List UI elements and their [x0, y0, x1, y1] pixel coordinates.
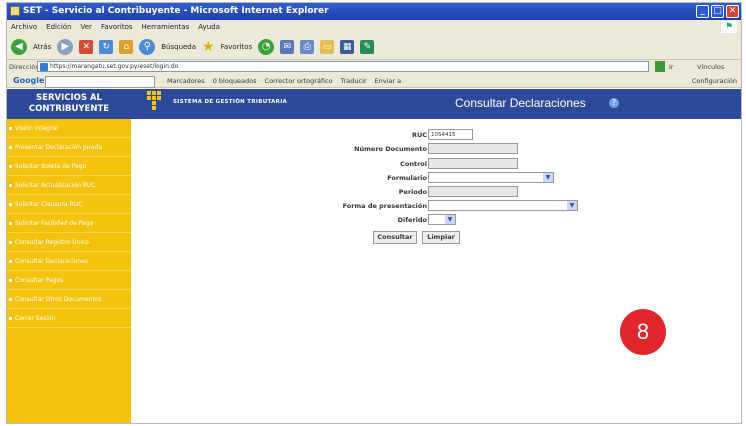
search-icon[interactable]: ⚲: [139, 38, 156, 55]
chevron-down-icon: ▼: [543, 173, 553, 182]
consulta-form: RUC 1054415 Número Documento Control For…: [131, 119, 741, 423]
google-popup-blocker[interactable]: 0 bloqueados: [213, 74, 257, 88]
sidebar-item-presentar-declaracion[interactable]: Presentar Declaración Jurada: [7, 138, 131, 157]
folder-icon[interactable]: ▭: [320, 39, 335, 54]
chevron-down-icon: ▼: [567, 201, 577, 210]
control-label: Control: [400, 160, 427, 168]
numero-documento-label: Número Documento: [354, 145, 427, 153]
go-label[interactable]: Ir: [669, 60, 674, 74]
research-icon[interactable]: ✎: [360, 39, 375, 54]
refresh-icon[interactable]: ↻: [99, 39, 114, 54]
periodo-label: Periodo: [398, 188, 427, 196]
history-icon[interactable]: ◔: [258, 38, 275, 55]
menu-ver[interactable]: Ver: [81, 20, 92, 34]
formulario-select[interactable]: ▼: [428, 172, 554, 183]
forma-presentacion-select[interactable]: ▼: [428, 200, 578, 211]
control-field[interactable]: [428, 158, 518, 169]
home-icon[interactable]: ⌂: [119, 39, 134, 54]
go-arrow-icon[interactable]: [655, 61, 665, 72]
back-label[interactable]: Atrás: [33, 43, 51, 51]
sidebar-menu: Visión Integral Presentar Declaración Ju…: [7, 119, 131, 423]
minimize-button[interactable]: _: [696, 5, 709, 18]
chevron-down-icon: ▼: [445, 215, 455, 224]
address-label: Dirección: [9, 63, 40, 71]
messenger-icon[interactable]: ▦: [340, 39, 355, 54]
sidebar-item-boleta-pago[interactable]: Solicitar Boleta de Pago: [7, 157, 131, 176]
sidebar-header: SERVICIOS AL CONTRIBUYENTE: [7, 89, 131, 119]
maximize-button[interactable]: □: [711, 5, 724, 18]
mail-icon[interactable]: ✉: [280, 39, 295, 54]
forma-presentacion-label: Forma de presentación: [342, 202, 427, 210]
google-toolbar: Google Marcadores 0 bloqueados Corrector…: [7, 74, 741, 88]
help-icon[interactable]: ?: [609, 98, 619, 108]
sidebar-item-actualizacion-ruc[interactable]: Solicitar Actualización RUC: [7, 176, 131, 195]
links-label[interactable]: Vínculos: [697, 60, 724, 74]
sidebar-item-vision-integral[interactable]: Visión Integral: [7, 119, 131, 138]
sidebar-item-consultar-declaraciones[interactable]: Consultar Declaraciones: [7, 252, 131, 271]
google-search-input[interactable]: [45, 76, 155, 88]
close-button[interactable]: ✕: [726, 5, 739, 18]
google-bookmarks[interactable]: Marcadores: [167, 74, 205, 88]
forward-arrow-icon[interactable]: ▶: [57, 38, 74, 55]
browser-window: SET - Servicio al Contribuyente - Micros…: [6, 2, 742, 424]
google-send-to[interactable]: Enviar a: [375, 74, 402, 88]
back-arrow-icon[interactable]: ◀: [11, 38, 27, 55]
system-name: SISTEMA DE GESTIÓN TRIBUTARIA: [173, 99, 288, 105]
periodo-field[interactable]: [428, 186, 518, 197]
favorites-star-icon[interactable]: ★: [202, 39, 215, 55]
address-input[interactable]: https://marangatu.set.gov.py/eset/login.…: [37, 61, 649, 72]
limpiar-button[interactable]: Limpiar: [422, 231, 460, 244]
consultar-button[interactable]: Consultar: [373, 231, 417, 244]
standard-toolbar: ◀ Atrás ▶ ✕ ↻ ⌂ ⚲ Búsqueda ★ Favoritos ◔…: [7, 34, 741, 60]
google-settings[interactable]: Configuración: [692, 74, 737, 88]
main-header: SISTEMA DE GESTIÓN TRIBUTARIA Consultar …: [131, 89, 741, 119]
page-title: Consultar Declaraciones: [455, 96, 586, 110]
sidebar-item-clausura-ruc[interactable]: Solicitar Clausura RUC: [7, 195, 131, 214]
menu-favoritos[interactable]: Favoritos: [101, 20, 133, 34]
page-icon: [40, 63, 48, 71]
ruc-label: RUC: [411, 131, 427, 139]
web-page: SERVICIOS AL CONTRIBUYENTE SISTEMA DE GE…: [7, 89, 741, 423]
sidebar-item-consultar-pagos[interactable]: Consultar Pagos: [7, 271, 131, 290]
diferido-select[interactable]: ▼: [428, 214, 456, 225]
favorites-label[interactable]: Favoritos: [221, 43, 253, 51]
sidebar-item-cerrar-sesion[interactable]: Cerrar Sesión: [7, 309, 131, 328]
sidebar-item-facilidad-pago[interactable]: Solicitar Facilidad de Pago: [7, 214, 131, 233]
menu-bar: Archivo Edición Ver Favoritos Herramient…: [7, 20, 741, 34]
set-logo-icon: [147, 91, 161, 113]
print-icon[interactable]: ⎙: [300, 39, 315, 54]
menu-herramientas[interactable]: Herramientas: [142, 20, 190, 34]
sidebar-item-otros-documentos[interactable]: Consultar Otros Documentos: [7, 290, 131, 309]
stop-icon[interactable]: ✕: [79, 39, 94, 54]
numero-documento-field[interactable]: [428, 143, 518, 154]
ruc-field[interactable]: 1054415: [428, 129, 473, 140]
title-bar: SET - Servicio al Contribuyente - Micros…: [7, 3, 741, 20]
ie-app-icon: [10, 6, 20, 16]
menu-ayuda[interactable]: Ayuda: [198, 20, 220, 34]
windows-flag-icon: ⚑: [721, 21, 737, 33]
google-logo: Google: [13, 76, 45, 85]
menu-archivo[interactable]: Archivo: [11, 20, 37, 34]
menu-edicion[interactable]: Edición: [46, 20, 71, 34]
address-url: https://marangatu.set.gov.py/eset/login.…: [50, 63, 179, 70]
formulario-label: Formulario: [387, 174, 427, 182]
sidebar-item-registro-unico[interactable]: Consultar Registro Único: [7, 233, 131, 252]
diferido-label: Diferido: [397, 216, 427, 224]
search-label[interactable]: Búsqueda: [161, 43, 196, 51]
address-bar: Dirección https://marangatu.set.gov.py/e…: [7, 60, 741, 74]
google-translate[interactable]: Traducir: [341, 74, 367, 88]
google-spellcheck[interactable]: Corrector ortográfico: [265, 74, 333, 88]
step-number-badge: 8: [620, 309, 666, 355]
window-title: SET - Servicio al Contribuyente - Micros…: [23, 6, 329, 16]
